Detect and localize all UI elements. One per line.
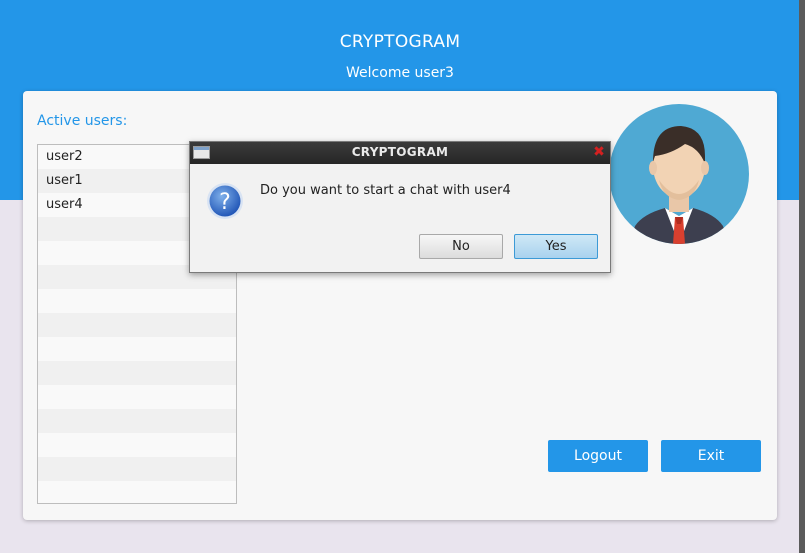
empty-list-row (38, 313, 236, 337)
confirm-dialog: CRYPTOGRAM ✖ ? Do you want to start a ch… (189, 141, 611, 273)
dialog-titlebar[interactable]: CRYPTOGRAM ✖ (190, 142, 610, 164)
no-button[interactable]: No (419, 234, 503, 259)
empty-list-row (38, 457, 236, 481)
yes-button[interactable]: Yes (514, 234, 598, 259)
businessman-avatar-icon (629, 126, 729, 244)
background-window-edge (799, 0, 805, 553)
logout-button[interactable]: Logout (548, 440, 648, 472)
avatar (609, 104, 749, 244)
dialog-title: CRYPTOGRAM (351, 145, 449, 159)
active-users-label: Active users: (37, 113, 128, 129)
exit-button[interactable]: Exit (661, 440, 761, 472)
dialog-message: Do you want to start a chat with user4 (260, 183, 511, 198)
empty-list-row (38, 433, 236, 457)
empty-list-row (38, 481, 236, 503)
question-icon: ? (206, 182, 244, 220)
empty-list-row (38, 289, 236, 313)
empty-list-row (38, 337, 236, 361)
empty-list-row (38, 409, 236, 433)
welcome-text: Welcome user3 (346, 65, 454, 81)
close-icon[interactable]: ✖ (591, 144, 607, 160)
app-title: CRYPTOGRAM (339, 32, 461, 52)
svg-text:?: ? (219, 190, 231, 215)
empty-list-row (38, 385, 236, 409)
empty-list-row (38, 361, 236, 385)
